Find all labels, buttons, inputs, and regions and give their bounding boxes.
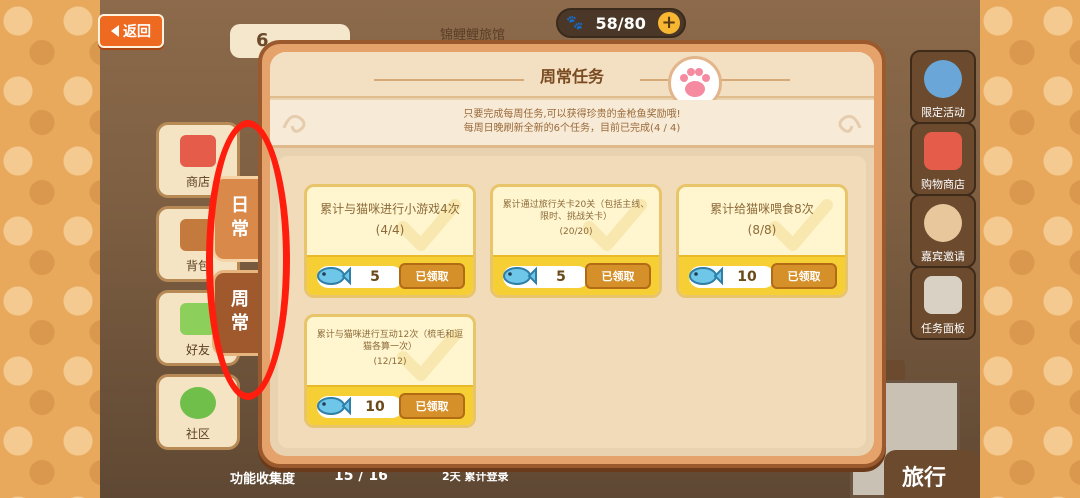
task-title: 累计给猫咪喂食8次 <box>710 202 814 216</box>
red-highlight-annotation <box>206 120 290 400</box>
task-progress: (20/20) <box>559 227 593 237</box>
reward-count: 10 <box>737 269 757 285</box>
reward-count: 10 <box>365 399 385 415</box>
fish-icon <box>317 266 351 286</box>
task-list: 累计与猫咪进行小游戏4次 (4/4) 5 已领取 累计通过旅行关卡20关（包括主… <box>278 156 866 448</box>
login-label: 2天 累计登录 <box>442 470 509 483</box>
back-arrow-icon <box>111 25 119 37</box>
menu-item-label: 好友 <box>185 343 210 357</box>
task-card: 累计与猫咪进行小游戏4次 (4/4) 5 已领取 <box>304 184 476 298</box>
task-progress: (4/4) <box>375 223 405 237</box>
swirl-decoration-icon <box>838 114 862 133</box>
weekly-tasks-dialog: 周常任务 只要完成每周任务,可以获得珍贵的金枪鱼奖励哦! 每周日晚刷新全新的6个… <box>258 40 886 468</box>
claimed-button[interactable]: 已领取 <box>399 263 465 289</box>
fish-counter: 🐾 58/80 + <box>556 8 686 38</box>
reward-count: 5 <box>370 269 380 285</box>
reward-row: 10 已领取 <box>679 255 845 295</box>
counter-value: 58/80 <box>595 13 646 33</box>
menu-item-label: 社区 <box>185 427 210 441</box>
dialog-header: 周常任务 <box>270 52 874 110</box>
task-title: 累计与猫咪进行互动12次（梳毛和逗猫各算一次） <box>316 330 464 352</box>
globe-icon <box>924 60 962 98</box>
menu-item-label: 限定活动 <box>921 106 965 119</box>
claimed-button[interactable]: 已领取 <box>399 393 465 419</box>
menu-item-limited-event[interactable]: 限定活动 <box>910 50 976 124</box>
claimed-button[interactable]: 已领取 <box>771 263 837 289</box>
plus-icon[interactable]: + <box>658 12 680 34</box>
task-card: 累计与猫咪进行互动12次（梳毛和逗猫各算一次） (12/12) 10 已领取 <box>304 314 476 428</box>
task-card: 累计给猫咪喂食8次 (8/8) 10 已领取 <box>676 184 848 298</box>
reward-pill: 10 <box>317 396 403 418</box>
info-line-2: 每周日晚刷新全新的6个任务，目前已完成(4 / 4) <box>463 123 681 134</box>
menu-item-label: 任务面板 <box>921 322 965 335</box>
back-button-label: 返回 <box>123 24 151 40</box>
swirl-decoration-icon <box>282 114 306 133</box>
reward-row: 5 已领取 <box>493 255 659 295</box>
collection-label: 功能收集度 <box>230 472 296 487</box>
task-progress: (12/12) <box>373 357 407 367</box>
store-icon <box>924 132 962 170</box>
travel-button[interactable]: 旅行 <box>884 450 980 498</box>
menu-item-label: 嘉宾邀请 <box>921 250 965 263</box>
cat-face-icon <box>924 204 962 242</box>
task-title: 累计通过旅行关卡20关（包括主线、限时、挑战关卡） <box>502 200 650 222</box>
menu-item-task-panel[interactable]: 任务面板 <box>910 266 976 340</box>
info-line-1: 只要完成每周任务,可以获得珍贵的金枪鱼奖励哦! <box>463 109 681 120</box>
reward-row: 10 已领取 <box>307 385 473 425</box>
reward-pill: 10 <box>689 266 775 288</box>
menu-item-store[interactable]: 购物商店 <box>910 122 976 196</box>
menu-item-community[interactable]: 社区 <box>156 374 240 450</box>
task-board-icon <box>924 276 962 314</box>
background-pattern-left <box>0 0 100 498</box>
fish-icon <box>689 266 723 286</box>
paw-icon: 🐾 <box>566 15 584 31</box>
info-banner: 只要完成每周任务,可以获得珍贵的金枪鱼奖励哦! 每周日晚刷新全新的6个任务，目前… <box>270 100 874 148</box>
claimed-button[interactable]: 已领取 <box>585 263 651 289</box>
fish-icon <box>503 266 537 286</box>
dialog-title: 周常任务 <box>539 67 604 86</box>
reward-row: 5 已领取 <box>307 255 473 295</box>
back-button[interactable]: 返回 <box>98 14 164 48</box>
task-progress: (8/8) <box>747 223 777 237</box>
collection-value: 15 / 16 <box>334 468 388 484</box>
reward-pill: 5 <box>503 266 589 288</box>
community-icon <box>180 387 216 419</box>
reward-pill: 5 <box>317 266 403 288</box>
paw-icon <box>680 68 710 97</box>
reward-count: 5 <box>556 269 566 285</box>
menu-item-label: 商店 <box>185 175 210 189</box>
menu-item-label: 购物商店 <box>921 178 965 191</box>
task-card: 累计通过旅行关卡20关（包括主线、限时、挑战关卡） (20/20) 5 已领取 <box>490 184 662 298</box>
task-title: 累计与猫咪进行小游戏4次 <box>320 202 460 216</box>
dialog-body: 周常任务 只要完成每周任务,可以获得珍贵的金枪鱼奖励哦! 每周日晚刷新全新的6个… <box>270 52 874 456</box>
shop-icon <box>180 135 216 167</box>
background-pattern-right <box>980 0 1080 498</box>
fish-icon <box>317 396 351 416</box>
menu-item-guest-invite[interactable]: 嘉宾邀请 <box>910 194 976 268</box>
